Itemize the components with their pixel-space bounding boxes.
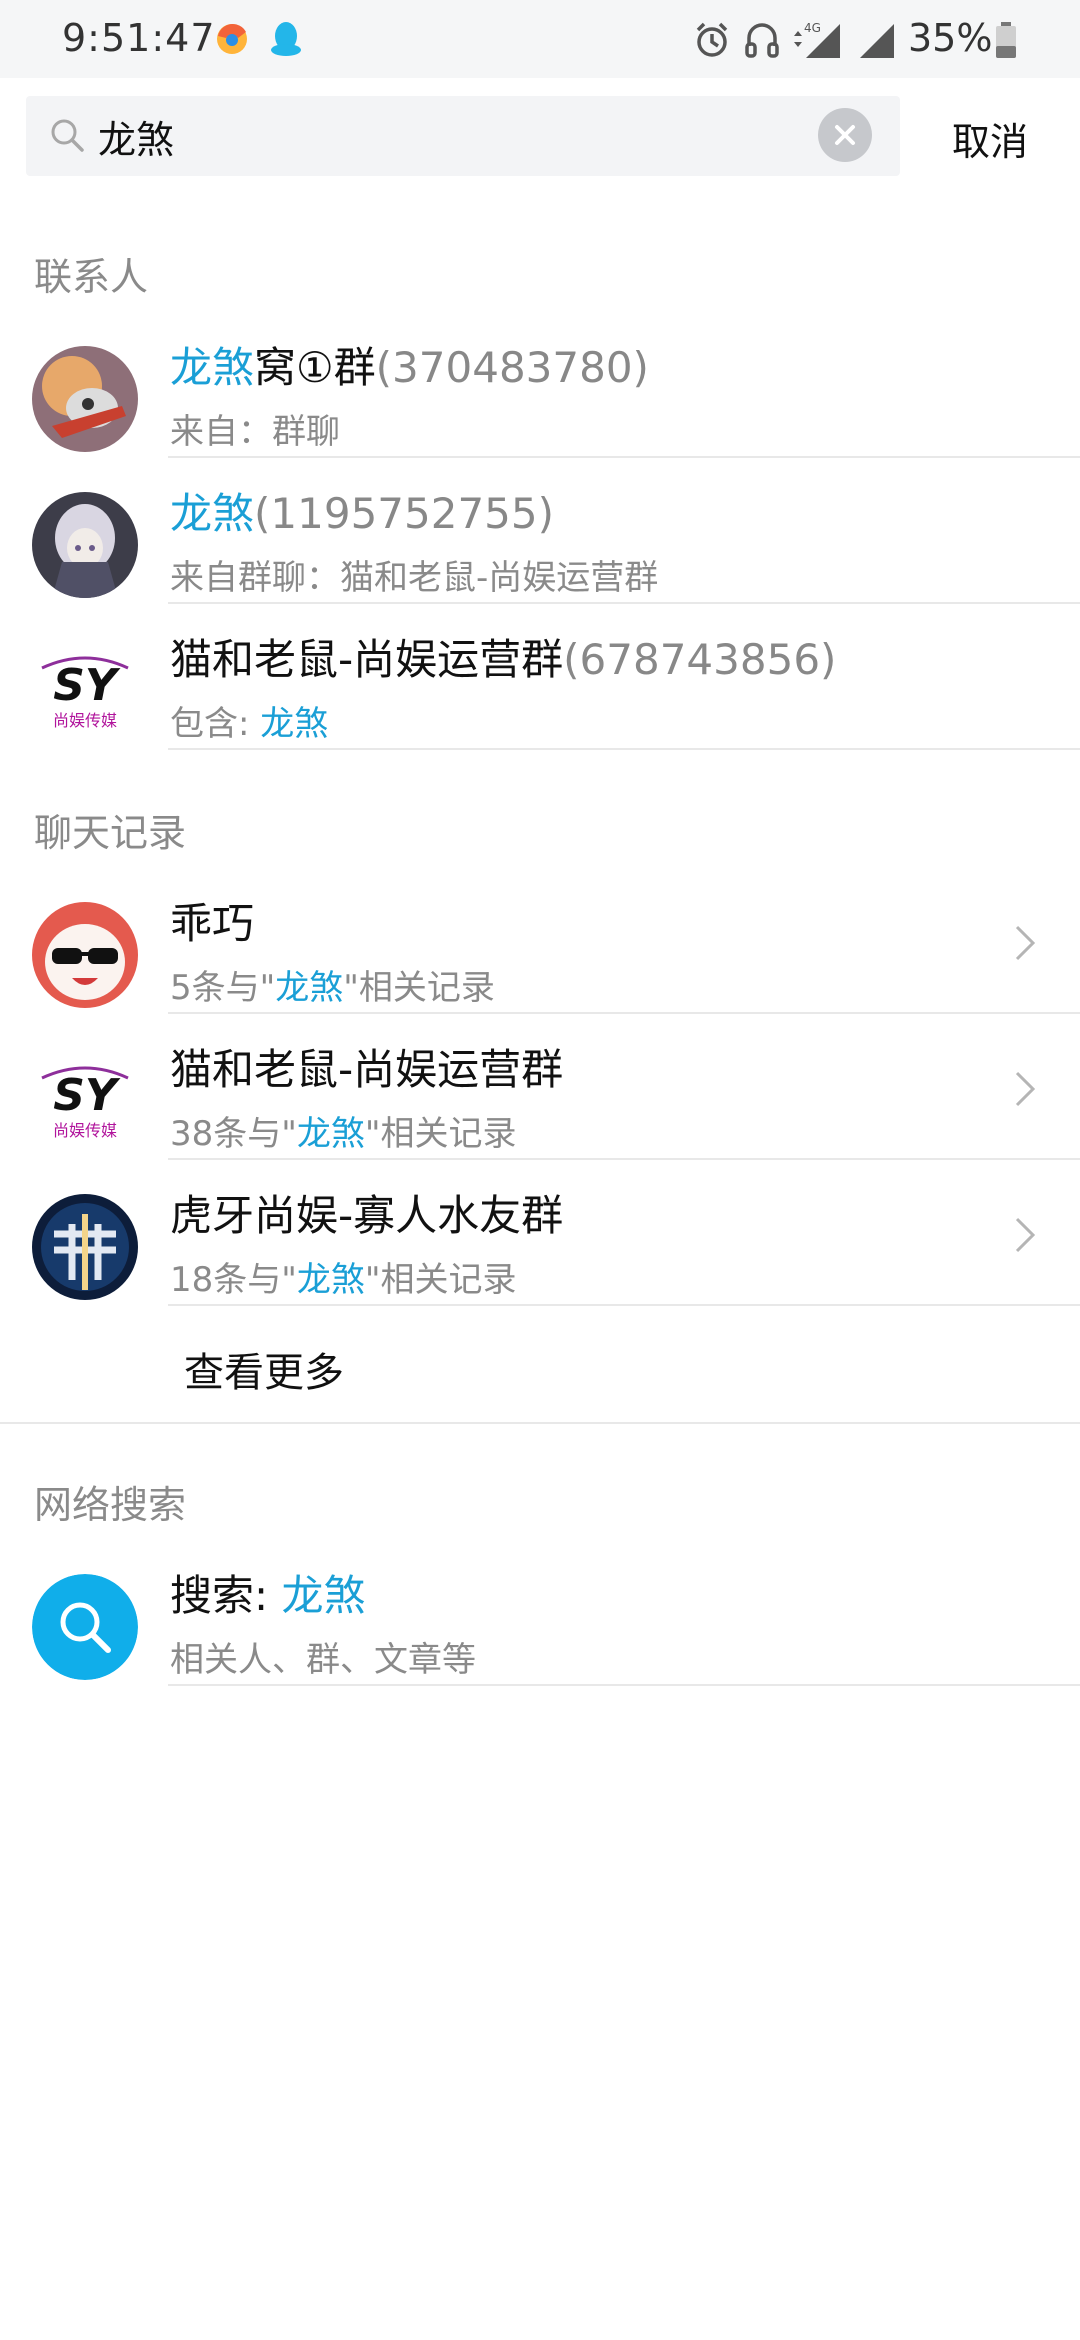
svg-text:SY: SY [53,1070,121,1121]
signal-icon [860,24,894,58]
alarm-icon [696,22,728,57]
web-search-title: 搜索: 龙煞 [170,1562,366,1623]
chat-match-count: 38条与"龙煞"相关记录 [170,1106,517,1155]
svg-text:4G: 4G [804,21,821,35]
contact-source: 来自群聊：猫和老鼠-尚娱运营群 [170,558,659,598]
clear-search-button[interactable] [818,108,872,162]
section-divider [0,1422,1080,1424]
keyword-highlight: 龙煞 [170,343,255,392]
chevron-right-icon [1015,1217,1036,1253]
view-more-button[interactable]: 查看更多 [0,1310,1080,1424]
chat-title: 虎牙尚娱-寡人水友群 [170,1191,564,1240]
web-search-prefix: 搜索: [170,1571,282,1620]
contact-subtitle: 包含: 龙煞 [170,696,328,745]
chat-title: 猫和老鼠-尚娱运营群 [170,1045,564,1094]
contact-number: (678743856) [563,635,837,684]
chat-match-count: 18条与"龙煞"相关记录 [170,1252,517,1301]
search-icon [32,1574,138,1680]
chat-history-row[interactable]: 乖巧 5条与"龙煞"相关记录 [0,868,1080,1014]
contact-title: 猫和老鼠-尚娱运营群(678743856) [170,626,836,687]
avatar [32,346,138,452]
contact-title: 龙煞窝①群(370483780) [170,334,649,395]
divider [168,748,1080,750]
contact-row[interactable]: 龙煞(1195752755) 来自群聊：猫和老鼠-尚娱运营群 [0,458,1080,604]
chat-history-row[interactable]: SY 尚娱传媒 猫和老鼠-尚娱运营群 38条与"龙煞"相关记录 [0,1014,1080,1160]
contact-subtitle: 来自群聊：猫和老鼠-尚娱运营群 [170,550,658,599]
keyword-highlight: 龙煞 [170,489,255,538]
divider [168,1304,1080,1306]
section-header-contacts: 联系人 [34,255,149,299]
chat-title: 乖巧 [170,899,255,948]
match-count-suffix: "相关记录 [364,1260,517,1300]
view-more-label: 查看更多 [184,1350,344,1396]
search-icon [51,119,84,152]
match-count-prefix: 38条与" [170,1114,297,1154]
close-icon [835,125,855,145]
keyword-highlight: 龙煞 [281,1571,366,1620]
section-header-web-search: 网络搜索 [34,1483,187,1527]
chevron-right-icon [1015,1071,1036,1107]
contact-source: 包含: [170,704,261,744]
status-time: 9:51:47 [62,16,216,60]
search-input[interactable] [98,104,818,168]
browser-app-icon [217,23,247,54]
svg-text:尚娱传媒: 尚娱传媒 [53,711,117,730]
search-box[interactable] [26,96,900,176]
cancel-button[interactable]: 取消 [930,108,1050,168]
web-search-subtitle: 相关人、群、文章等 [170,1640,476,1680]
divider [168,1684,1080,1686]
sy-group-avatar: SY 尚娱传媒 [32,1048,138,1154]
sy-group-avatar: SY 尚娱传媒 [32,638,138,744]
contact-source: 来自：群聊 [170,412,340,452]
contact-name: 猫和老鼠-尚娱运营群 [170,635,564,684]
contact-name: 窝①群 [254,343,376,392]
contact-row[interactable]: SY 尚娱传媒 猫和老鼠-尚娱运营群(678743856) 包含: 龙煞 [0,604,1080,750]
contact-number: (370483780) [375,343,649,392]
qq-penguin-icon [271,22,301,56]
chat-history-row[interactable]: 虎牙尚娱-寡人水友群 18条与"龙煞"相关记录 [0,1160,1080,1306]
battery-icon [996,22,1016,58]
contact-subtitle: 来自：群聊 [170,404,340,453]
contact-title: 龙煞(1195752755) [170,480,554,541]
keyword-highlight: 龙煞 [296,1114,365,1154]
keyword-highlight: 龙煞 [260,704,329,744]
keyword-highlight: 龙煞 [296,1260,365,1300]
match-count-prefix: 5条与" [170,968,276,1008]
avatar [32,1194,138,1300]
keyword-highlight: 龙煞 [275,968,344,1008]
match-count-suffix: "相关记录 [364,1114,517,1154]
svg-text:尚娱传媒: 尚娱传媒 [53,1121,117,1140]
chat-match-count: 5条与"龙煞"相关记录 [170,960,495,1009]
4g-signal-icon: 4G [794,21,840,58]
avatar [32,492,138,598]
match-count-suffix: "相关记录 [343,968,495,1008]
section-header-chat-history: 聊天记录 [34,811,187,855]
web-search-avatar [32,1574,138,1680]
battery-percentage: 35% [908,16,993,60]
avatar [32,902,138,1008]
svg-text:SY: SY [53,660,121,711]
headset-icon [745,23,779,58]
chevron-right-icon [1015,925,1036,961]
web-search-row[interactable]: 搜索: 龙煞 相关人、群、文章等 [0,1540,1080,1686]
status-bar: 9:51:47 4G 35% [0,0,1080,78]
contact-row[interactable]: 龙煞窝①群(370483780) 来自：群聊 [0,312,1080,458]
search-bar: 取消 [0,78,1080,200]
match-count-prefix: 18条与" [170,1260,297,1300]
contact-number: (1195752755) [254,489,555,538]
